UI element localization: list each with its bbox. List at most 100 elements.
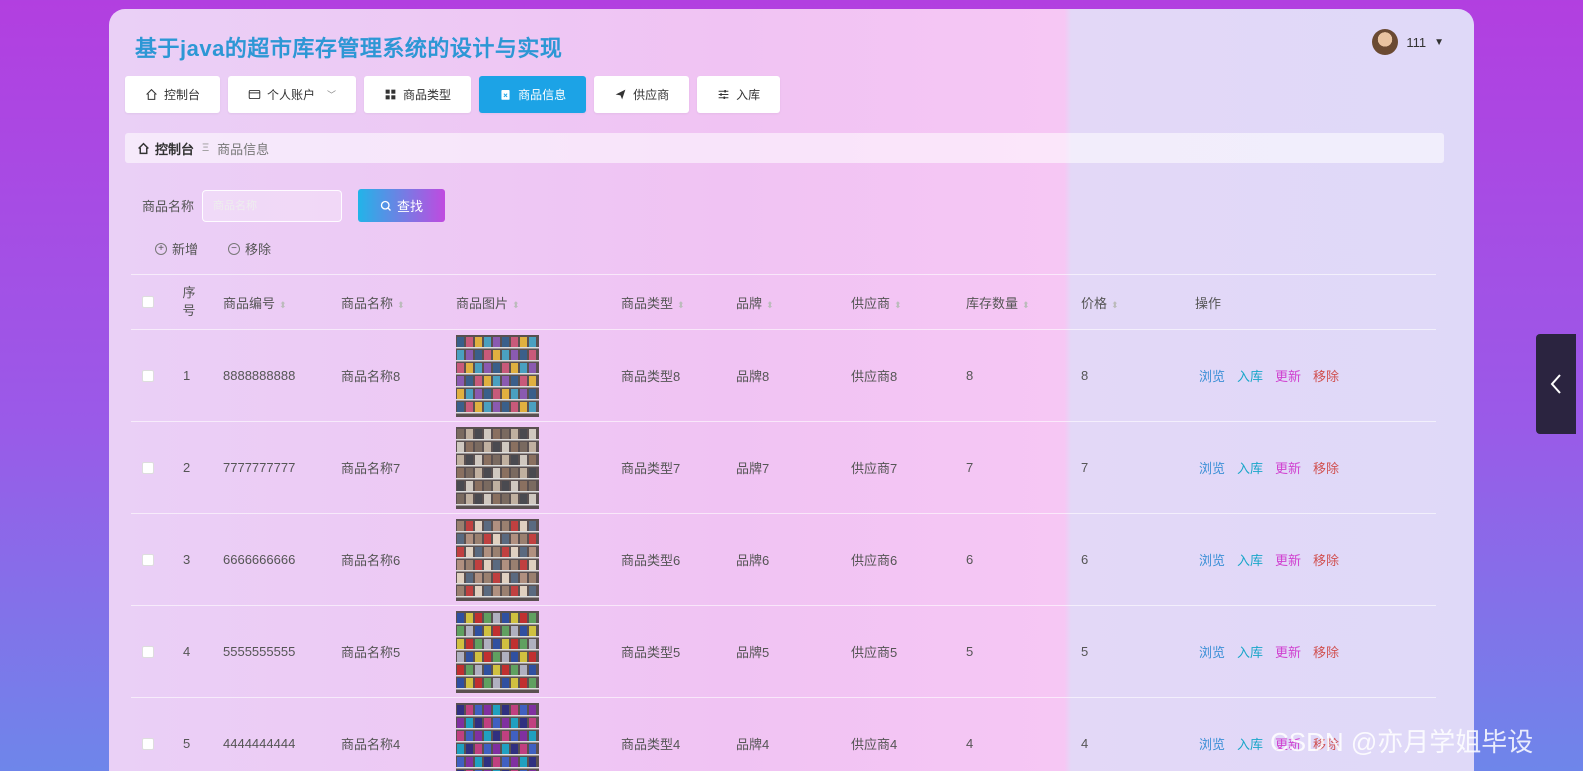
row-stock: 7 xyxy=(966,460,974,475)
row-supplier: 供应商5 xyxy=(851,645,898,660)
user-menu[interactable]: 111 ▼ xyxy=(1372,29,1444,55)
nav-label: 供应商 xyxy=(633,88,670,102)
breadcrumb-home[interactable]: 控制台 xyxy=(137,139,194,158)
chevron-left-icon xyxy=(1550,374,1561,394)
table-row: 1 8888888888 商品名称8 商品类型8 品牌8 供应商8 8 8 浏览… xyxy=(131,329,1436,421)
clipboard-icon xyxy=(501,90,510,100)
row-stock: 4 xyxy=(966,736,974,751)
header-name[interactable]: 商品名称 ⬍ xyxy=(341,293,405,312)
header-price[interactable]: 价格 ⬍ xyxy=(1081,293,1119,312)
header-stock-label: 库存数量 xyxy=(966,295,1019,311)
view-link[interactable]: 浏览 xyxy=(1199,550,1225,569)
row-name: 商品名称8 xyxy=(341,369,401,384)
row-checkbox[interactable] xyxy=(142,737,154,750)
row-code: 8888888888 xyxy=(223,368,296,383)
header-brand[interactable]: 品牌 ⬍ xyxy=(736,293,774,312)
user-name[interactable]: 111 xyxy=(1406,35,1426,50)
row-code: 4444444444 xyxy=(223,736,296,751)
nav-label: 控制台 xyxy=(164,88,201,102)
add-label: 新增 xyxy=(172,242,199,257)
remove-link[interactable]: 移除 xyxy=(1313,642,1339,661)
breadcrumb-separator: Ξ xyxy=(202,142,210,154)
sliders-icon xyxy=(718,90,729,99)
search-button[interactable]: 查找 xyxy=(358,189,446,222)
product-image xyxy=(456,610,539,693)
table-row: 5 4444444444 商品名称4 商品类型4 品牌4 供应商4 4 4 浏览… xyxy=(131,697,1436,771)
stock-in-link[interactable]: 入库 xyxy=(1237,734,1263,753)
search-icon xyxy=(380,200,391,211)
view-link[interactable]: 浏览 xyxy=(1199,734,1225,753)
chevron-down-icon: ﹀ xyxy=(327,90,337,100)
nav-account[interactable]: 个人账户 ﹀ xyxy=(228,76,357,113)
main-card: 基于java的超市库存管理系统的设计与实现 111 ▼ 控制台 个人账户 ﹀ 商… xyxy=(109,9,1474,771)
update-link[interactable]: 更新 xyxy=(1275,642,1301,661)
table-row: 2 7777777777 商品名称7 商品类型7 品牌7 供应商7 7 7 浏览… xyxy=(131,421,1436,513)
update-link[interactable]: 更新 xyxy=(1275,550,1301,569)
header-type[interactable]: 商品类型 ⬍ xyxy=(621,293,685,312)
caret-down-icon[interactable]: ▼ xyxy=(1434,37,1444,48)
header-stock[interactable]: 库存数量 ⬍ xyxy=(966,293,1030,312)
row-checkbox[interactable] xyxy=(142,369,154,382)
nav-supplier[interactable]: 供应商 xyxy=(594,76,690,113)
update-link[interactable]: 更新 xyxy=(1275,458,1301,477)
row-code: 5555555555 xyxy=(223,644,296,659)
remove-link[interactable]: 移除 xyxy=(1313,366,1339,385)
product-image xyxy=(456,518,539,601)
table-actions: + 新增 − 移除 xyxy=(155,239,271,258)
home-icon xyxy=(138,142,149,154)
row-brand: 品牌7 xyxy=(736,461,770,476)
row-index: 5 xyxy=(183,736,191,751)
breadcrumb: 控制台 Ξ 商品信息 xyxy=(125,133,1444,163)
sort-icon: ⬍ xyxy=(1022,299,1030,310)
stock-in-link[interactable]: 入库 xyxy=(1237,550,1263,569)
row-supplier: 供应商7 xyxy=(851,461,898,476)
header-image-label: 商品图片 xyxy=(456,295,509,311)
sort-icon: ⬍ xyxy=(279,299,287,310)
header-type-label: 商品类型 xyxy=(621,295,674,311)
side-collapse-tab[interactable] xyxy=(1536,334,1576,434)
header-image[interactable]: 商品图片 ⬍ xyxy=(456,293,520,312)
view-link[interactable]: 浏览 xyxy=(1199,642,1225,661)
header-supplier[interactable]: 供应商 ⬍ xyxy=(851,293,902,312)
breadcrumb-current: 商品信息 xyxy=(217,141,270,157)
nav-stock-in[interactable]: 入库 xyxy=(697,76,781,113)
header-price-label: 价格 xyxy=(1081,295,1108,311)
search-input[interactable] xyxy=(202,189,343,222)
remove-link[interactable]: 移除 xyxy=(1313,458,1339,477)
remove-link[interactable]: 移除 xyxy=(1313,550,1339,569)
home-icon xyxy=(146,88,157,100)
row-checkbox[interactable] xyxy=(142,461,154,474)
stock-in-link[interactable]: 入库 xyxy=(1237,642,1263,661)
remove-label: 移除 xyxy=(245,242,272,257)
nav-product-info[interactable]: 商品信息 xyxy=(479,76,587,113)
header-code[interactable]: 商品编号 ⬍ xyxy=(223,293,287,312)
stock-in-link[interactable]: 入库 xyxy=(1237,458,1263,477)
row-checkbox[interactable] xyxy=(142,645,154,658)
row-ops: 浏览 入库 更新 移除 xyxy=(1199,642,1339,661)
nav-product-type[interactable]: 商品类型 xyxy=(364,76,472,113)
app-title: 基于java的超市库存管理系统的设计与实现 xyxy=(135,36,563,61)
row-brand: 品牌8 xyxy=(736,369,770,384)
row-type: 商品类型6 xyxy=(621,553,681,568)
view-link[interactable]: 浏览 xyxy=(1199,366,1225,385)
watermark: CSDN @亦月学姐毕设 xyxy=(1270,727,1534,757)
grid-icon xyxy=(385,89,396,100)
row-supplier: 供应商8 xyxy=(851,369,898,384)
row-index: 1 xyxy=(183,368,191,383)
row-checkbox[interactable] xyxy=(142,553,154,566)
update-link[interactable]: 更新 xyxy=(1275,366,1301,385)
remove-button[interactable]: − 移除 xyxy=(228,239,271,258)
product-image xyxy=(456,334,539,417)
nav-label: 个人账户 xyxy=(267,88,316,102)
row-ops: 浏览 入库 更新 移除 xyxy=(1199,458,1339,477)
plus-circle-icon: + xyxy=(155,242,167,255)
add-button[interactable]: + 新增 xyxy=(155,239,198,258)
select-all-checkbox[interactable] xyxy=(142,296,154,308)
stock-in-link[interactable]: 入库 xyxy=(1237,366,1263,385)
row-stock: 8 xyxy=(966,368,974,383)
view-link[interactable]: 浏览 xyxy=(1199,458,1225,477)
avatar[interactable] xyxy=(1372,29,1399,55)
nav-dashboard[interactable]: 控制台 xyxy=(125,76,221,113)
row-name: 商品名称4 xyxy=(341,737,401,752)
search-bar: 商品名称 查找 xyxy=(142,189,446,222)
